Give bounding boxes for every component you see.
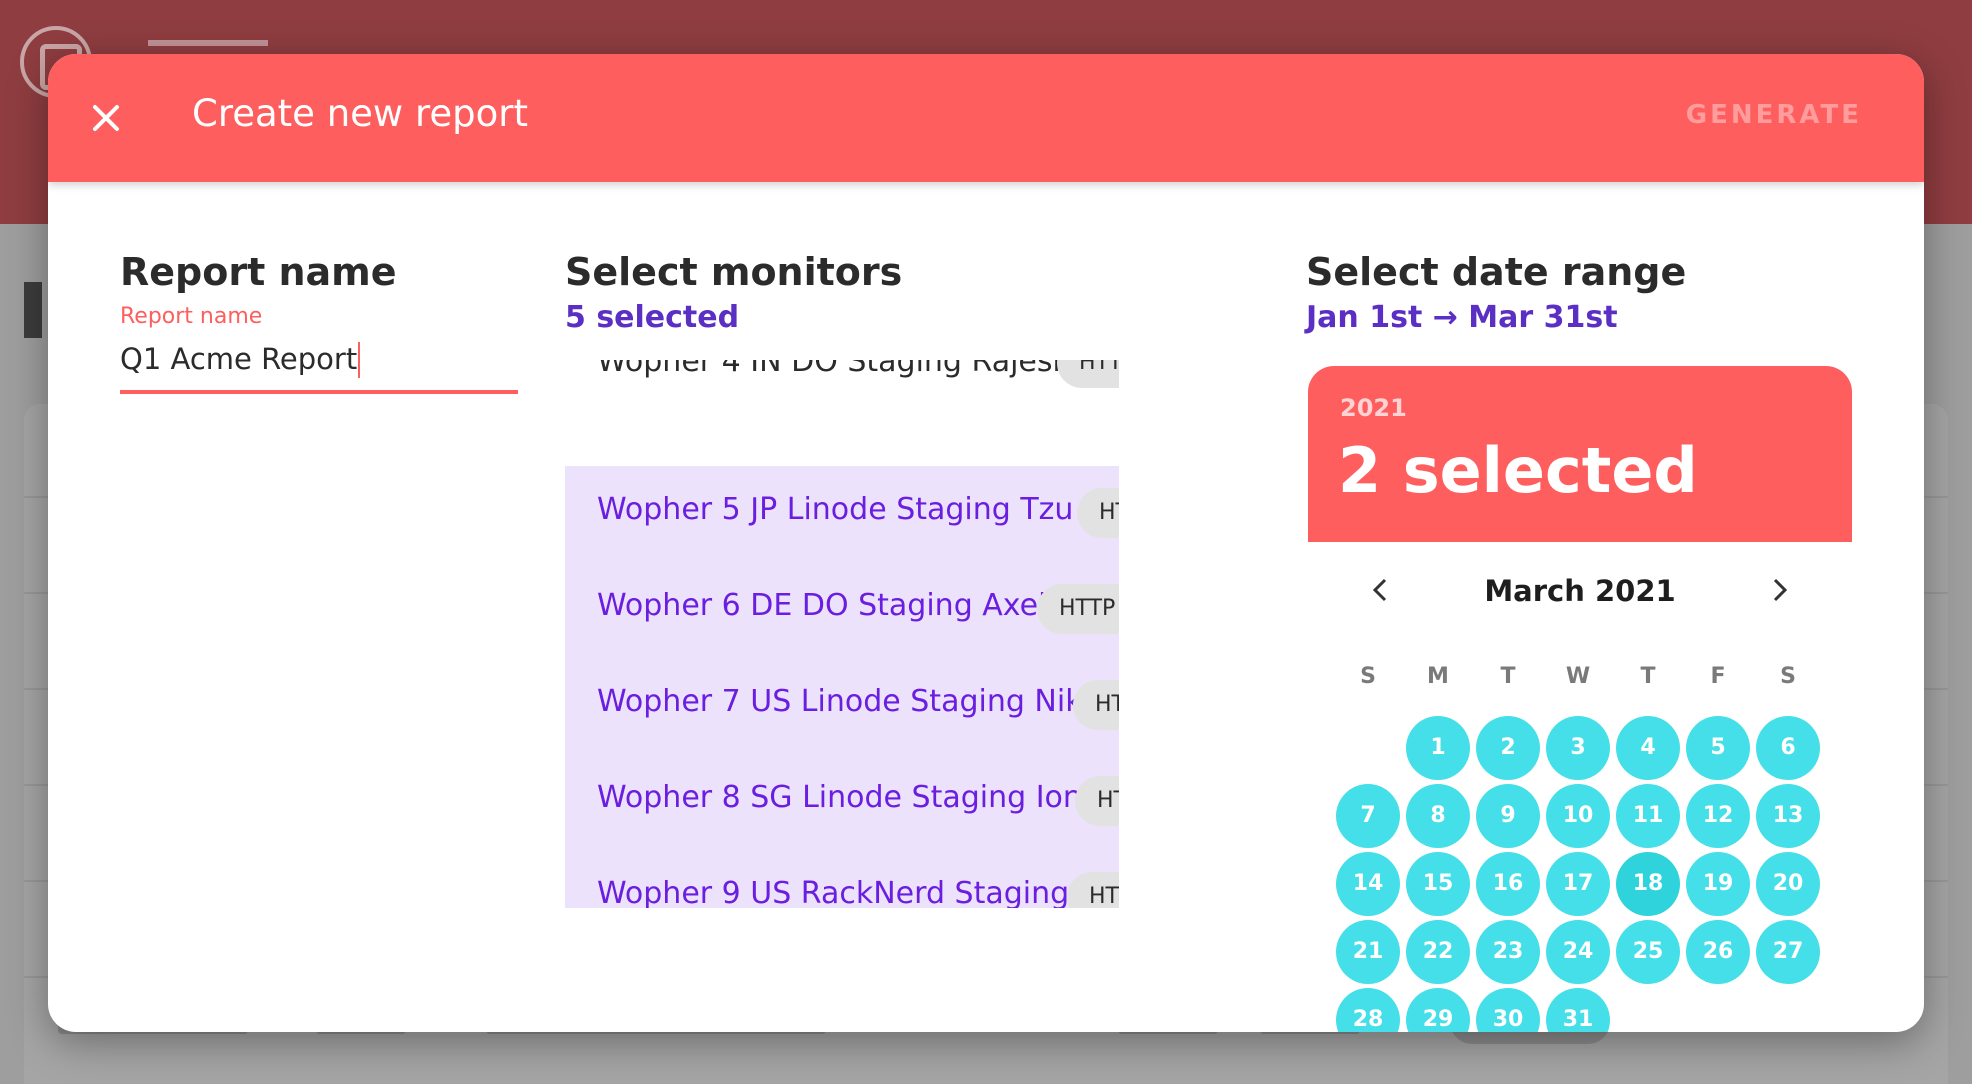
dialog-header: Create new report GENERATE [48, 54, 1924, 182]
monitor-name: Wopher 5 JP Linode Staging Tzu [597, 492, 1074, 527]
chevron-right-icon [1773, 578, 1788, 602]
calendar-weekday: S [1360, 664, 1376, 689]
calendar-day[interactable]: 29 [1406, 988, 1470, 1032]
monitors-selected-count: 5 selected [565, 300, 740, 335]
text-caret [358, 342, 360, 378]
calendar-day[interactable]: 1 [1406, 716, 1470, 780]
monitor-type-chip: HTTP [1037, 584, 1119, 634]
calendar-day[interactable]: 10 [1546, 784, 1610, 848]
dialog-title: Create new report [192, 92, 528, 135]
calendar-day[interactable]: 22 [1406, 920, 1470, 984]
monitors-heading: Select monitors [565, 250, 903, 294]
monitor-name: Wopher 4 IN DO Staging Rajesh [597, 360, 1072, 379]
date-range-summary: Jan 1st → Mar 31st [1306, 300, 1618, 335]
monitor-item[interactable]: Wopher 8 SG Linode Staging Ion HTTP [565, 754, 1119, 850]
create-report-dialog: Create new report GENERATE Report name R… [48, 54, 1924, 1032]
monitor-item[interactable]: Wopher 4 IN DO Staging Rajesh HTTP [565, 360, 1119, 406]
calendar-day[interactable]: 15 [1406, 852, 1470, 916]
calendar-day[interactable]: 16 [1476, 852, 1540, 916]
calendar-day[interactable]: 28 [1336, 988, 1400, 1032]
close-icon [93, 105, 119, 131]
report-name-input[interactable] [120, 336, 518, 394]
calendar-day[interactable]: 17 [1546, 852, 1610, 916]
calendar-selected-label: 2 selected [1338, 434, 1698, 507]
calendar-day[interactable]: 5 [1686, 716, 1750, 780]
calendar-day[interactable]: 12 [1686, 784, 1750, 848]
calendar-day[interactable]: 27 [1756, 920, 1820, 984]
calendar-day[interactable]: 7 [1336, 784, 1400, 848]
calendar-day[interactable]: 2 [1476, 716, 1540, 780]
monitor-item[interactable]: Wopher 6 DE DO Staging Axel HTTP [565, 562, 1119, 658]
calendar-weekday: W [1565, 664, 1591, 689]
calendar-day[interactable]: 9 [1476, 784, 1540, 848]
monitor-type-chip: HTTP [1067, 872, 1119, 908]
monitor-type-chip: HTTP [1075, 776, 1119, 826]
calendar-day[interactable]: 30 [1476, 988, 1540, 1032]
calendar-day[interactable]: 25 [1616, 920, 1680, 984]
date-range-heading: Select date range [1306, 250, 1687, 294]
calendar-day[interactable]: 20 [1756, 852, 1820, 916]
calendar-weekday: M [1427, 664, 1449, 689]
report-name-heading: Report name [120, 250, 397, 294]
monitor-name: Wopher 9 US RackNerd Staging [597, 876, 1070, 908]
monitor-item[interactable]: Wopher 5 JP Linode Staging Tzu HTTP [565, 466, 1119, 562]
calendar-day[interactable]: 6 [1756, 716, 1820, 780]
monitor-list[interactable]: Wopher 4 IN DO Staging Rajesh HTTP Wophe… [565, 360, 1119, 908]
calendar-weekday: F [1710, 664, 1726, 689]
monitor-name: Wopher 7 US Linode Staging Nik [597, 684, 1083, 719]
calendar-day[interactable]: 24 [1546, 920, 1610, 984]
calendar-day[interactable]: 13 [1756, 784, 1820, 848]
monitor-type-chip: HTTP [1073, 680, 1119, 730]
date-range-calendar: 2021 2 selected March 2021 SMTWTFS 12345… [1308, 366, 1852, 1032]
calendar-weekday: S [1780, 664, 1796, 689]
calendar-header: 2021 2 selected [1308, 366, 1852, 542]
monitor-name: Wopher 8 SG Linode Staging Ion [597, 780, 1082, 815]
calendar-year[interactable]: 2021 [1340, 394, 1407, 422]
calendar-day[interactable]: 18 [1616, 852, 1680, 916]
calendar-day[interactable]: 19 [1686, 852, 1750, 916]
calendar-day[interactable]: 3 [1546, 716, 1610, 780]
calendar-day[interactable]: 31 [1546, 988, 1610, 1032]
calendar-day[interactable]: 23 [1476, 920, 1540, 984]
calendar-weekday: T [1500, 664, 1516, 689]
close-button[interactable] [82, 94, 130, 142]
calendar-day[interactable]: 14 [1336, 852, 1400, 916]
calendar-day[interactable]: 4 [1616, 716, 1680, 780]
next-month-button[interactable] [1760, 570, 1800, 610]
monitor-name: Wopher 6 DE DO Staging Axel [597, 588, 1047, 623]
calendar-weekday: T [1640, 664, 1656, 689]
monitor-type-chip: HTTP [1057, 360, 1119, 388]
calendar-day[interactable]: 8 [1406, 784, 1470, 848]
calendar-day[interactable]: 26 [1686, 920, 1750, 984]
monitor-item[interactable]: Wopher 7 US Linode Staging Nik HTTP [565, 658, 1119, 754]
report-name-label: Report name [120, 304, 263, 329]
monitor-type-chip: HTTP [1077, 488, 1119, 538]
monitor-item[interactable]: Wopher 9 US RackNerd Staging HTTP [565, 850, 1119, 908]
calendar-day[interactable]: 21 [1336, 920, 1400, 984]
calendar-day[interactable]: 11 [1616, 784, 1680, 848]
page-title [24, 282, 42, 338]
generate-button[interactable]: GENERATE [1686, 100, 1862, 130]
